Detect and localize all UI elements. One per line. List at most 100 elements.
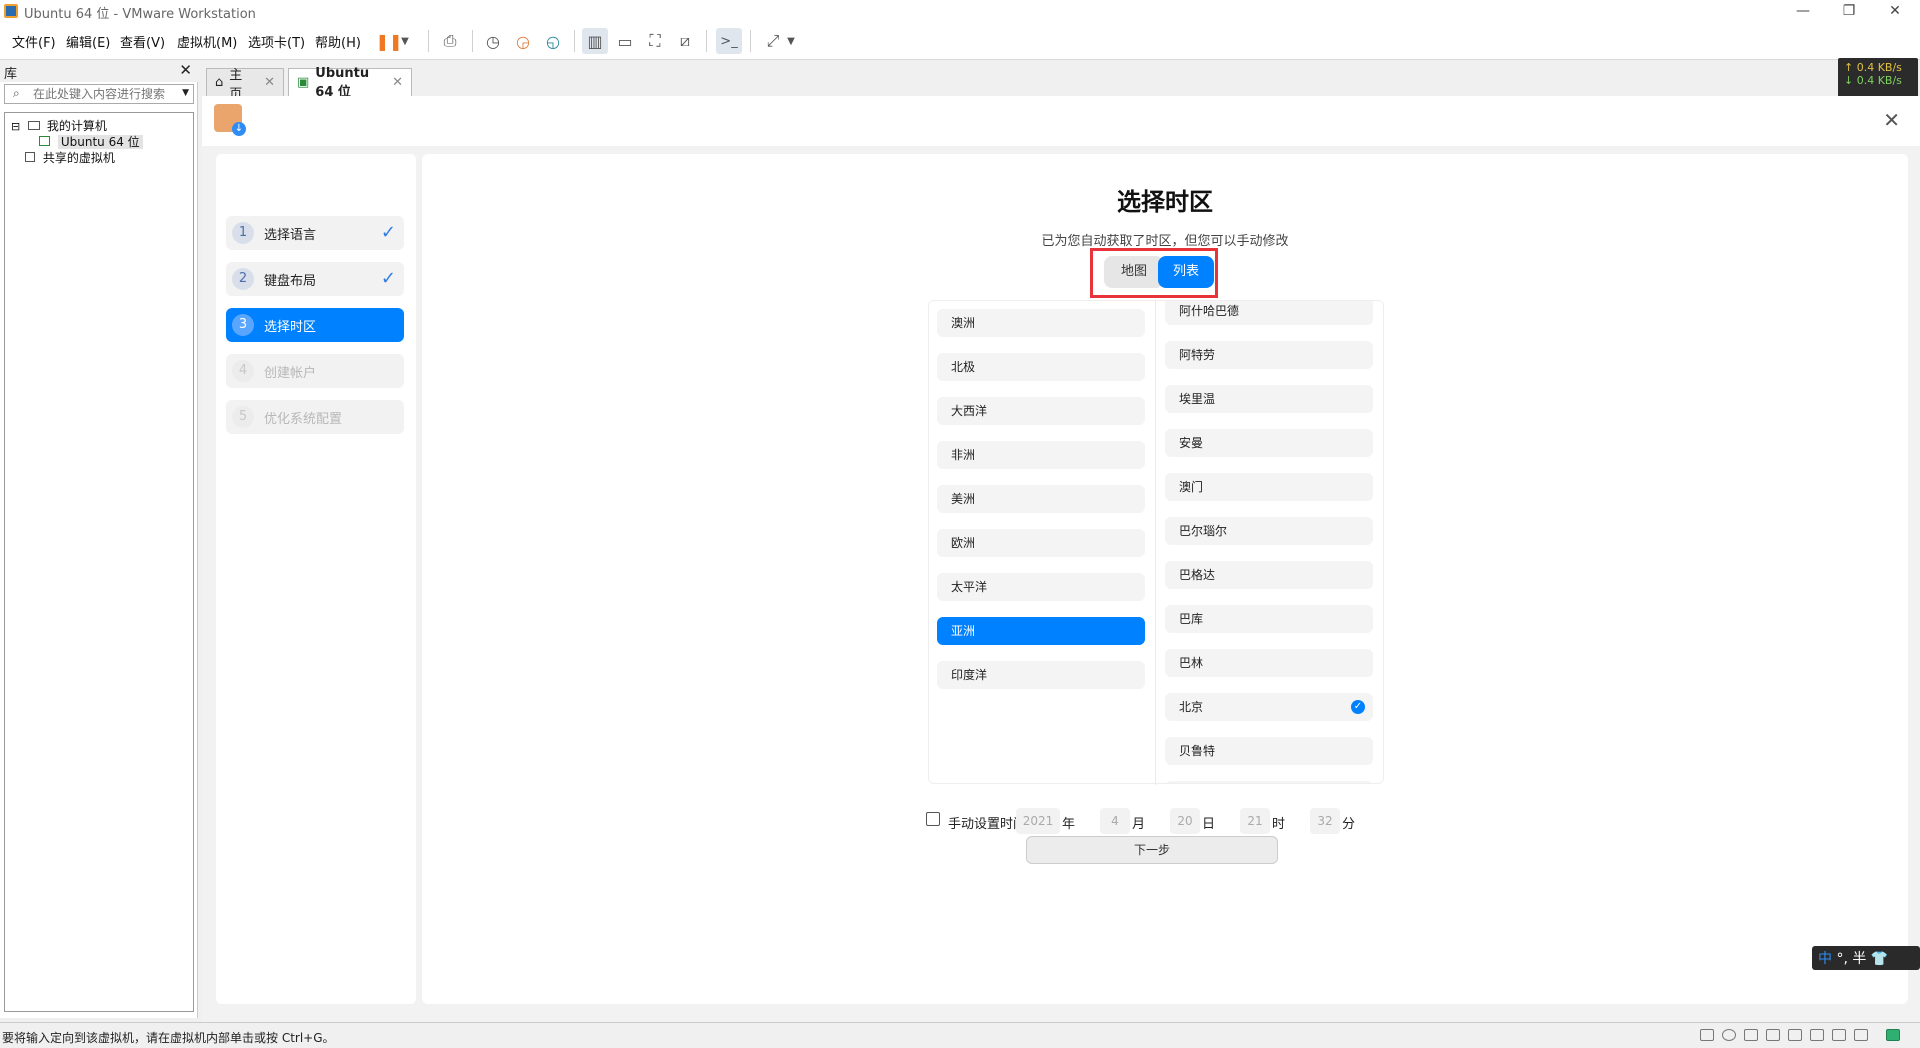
display-icon[interactable]: [1832, 1029, 1846, 1041]
region-item[interactable]: 非洲: [937, 441, 1145, 469]
restore-button[interactable]: ❐: [1826, 0, 1872, 22]
sound-icon[interactable]: [1810, 1029, 1824, 1041]
fullscreen-icon[interactable]: ⛶: [642, 28, 668, 54]
year-field[interactable]: 2021: [1016, 808, 1060, 834]
menu-view[interactable]: 查看(V): [120, 32, 165, 51]
vm-icon: ▣: [297, 75, 310, 90]
close-window-button[interactable]: ✕: [1872, 0, 1918, 22]
snapshot-icon[interactable]: ◷: [480, 28, 506, 54]
city-list[interactable]: 阿什哈巴德阿特劳埃里温安曼澳门巴尔瑙尔巴格达巴库巴林北京✓贝鲁特比什凯克查亚普拉…: [1165, 301, 1377, 783]
city-item[interactable]: 安曼: [1165, 429, 1373, 457]
tree-label: 共享的虚拟机: [42, 151, 115, 165]
check-icon: ✓: [380, 222, 396, 243]
chevron-down-icon[interactable]: ▼: [784, 28, 798, 54]
printer-icon[interactable]: [1788, 1029, 1802, 1041]
city-item[interactable]: 北京 ✓: [1165, 693, 1373, 721]
step-number: 5: [232, 406, 254, 428]
library-close-button[interactable]: ✕: [179, 61, 192, 79]
region-item[interactable]: 亚洲: [937, 617, 1145, 645]
step-label: 选择语言: [264, 227, 317, 243]
library-search[interactable]: ⌕ ▼: [4, 84, 194, 104]
region-item[interactable]: 北极: [937, 353, 1145, 381]
status-bar: 要将输入定向到该虚拟机，请在虚拟机内部单击或按 Ctrl+G。: [0, 1022, 1920, 1048]
status-message: 要将输入定向到该虚拟机，请在虚拟机内部单击或按 Ctrl+G。: [2, 1031, 335, 1045]
city-item[interactable]: 比什凯克: [1165, 781, 1373, 783]
thumbnail-bar-icon[interactable]: ▭: [612, 28, 638, 54]
month-field[interactable]: 4: [1100, 808, 1130, 834]
step-keyboard[interactable]: 2 键盘布局 ✓: [226, 262, 404, 296]
tab-close-icon[interactable]: ✕: [392, 75, 403, 90]
show-library-icon[interactable]: ▥: [582, 28, 608, 54]
menu-help[interactable]: 帮助(H): [315, 32, 361, 51]
tab-ubuntu[interactable]: ▣ Ubuntu 64 位 ✕: [288, 66, 412, 100]
manual-time-checkbox[interactable]: [926, 812, 940, 826]
city-item[interactable]: 巴库: [1165, 605, 1373, 633]
tree-item-my-computer[interactable]: ⊟ 我的计算机: [11, 117, 107, 134]
chevron-down-icon[interactable]: ▼: [398, 28, 412, 54]
ime-toolbar[interactable]: 中 °, 半 👕: [1812, 946, 1920, 970]
tab-home[interactable]: ⌂ 主页 ✕: [206, 68, 284, 102]
vmware-logo-icon: [4, 4, 18, 18]
region-item[interactable]: 美洲: [937, 485, 1145, 513]
tab-close-icon[interactable]: ✕: [264, 75, 275, 90]
message-log-icon[interactable]: [1886, 1029, 1900, 1041]
unity-icon[interactable]: ⧄: [672, 28, 698, 54]
region-item[interactable]: 太平洋: [937, 573, 1145, 601]
city-item[interactable]: 贝鲁特: [1165, 737, 1373, 765]
usb-icon[interactable]: [1766, 1029, 1780, 1041]
tab-bar: ⌂ 主页 ✕ ▣ Ubuntu 64 位 ✕: [202, 62, 1832, 102]
menu-edit[interactable]: 编辑(E): [66, 32, 110, 51]
region-item[interactable]: 印度洋: [937, 661, 1145, 689]
city-item[interactable]: 埃里温: [1165, 385, 1373, 413]
ime-mode[interactable]: 中: [1818, 951, 1832, 967]
computer-icon: [28, 121, 41, 130]
floppy-icon[interactable]: [1854, 1029, 1868, 1041]
menu-vm[interactable]: 虚拟机(M): [177, 32, 237, 51]
tree-item-shared-vms[interactable]: 共享的虚拟机: [25, 149, 115, 166]
chevron-down-icon[interactable]: ▼: [182, 88, 189, 98]
collapse-icon[interactable]: ⊟: [11, 120, 20, 133]
skin-icon[interactable]: 👕: [1871, 951, 1888, 967]
city-item[interactable]: 澳门: [1165, 473, 1373, 501]
manual-time-row: 手动设置时间 2021 年 4 月 20 日 21 时 32 分: [926, 806, 1386, 834]
city-item[interactable]: 阿特劳: [1165, 341, 1373, 369]
stretch-view-icon[interactable]: ⤢: [760, 28, 786, 54]
region-item[interactable]: 欧洲: [937, 529, 1145, 557]
tree-item-ubuntu-vm[interactable]: Ubuntu 64 位: [39, 133, 143, 150]
vm-console[interactable]: ↓ ✕ 1 选择语言 ✓ 2 键盘布局 ✓ 3 选择时区 4 创建帐户 5 优化…: [202, 96, 1920, 1022]
menu-file[interactable]: 文件(F): [12, 32, 56, 51]
step-number: 1: [232, 222, 254, 244]
revert-snapshot-icon[interactable]: ◶: [510, 28, 536, 54]
city-item[interactable]: 阿什哈巴德: [1165, 301, 1373, 325]
installer-close-button[interactable]: ✕: [1883, 108, 1900, 132]
hour-field[interactable]: 21: [1240, 808, 1270, 834]
network-adapter-icon[interactable]: [1744, 1029, 1758, 1041]
city-label: 贝鲁特: [1179, 744, 1216, 758]
region-item[interactable]: 大西洋: [937, 397, 1145, 425]
step-timezone[interactable]: 3 选择时区: [226, 308, 404, 342]
hard-disk-icon[interactable]: [1700, 1029, 1714, 1041]
city-item[interactable]: 巴尔瑙尔: [1165, 517, 1373, 545]
cd-dvd-icon[interactable]: [1722, 1029, 1736, 1041]
region-item[interactable]: 澳洲: [937, 309, 1145, 337]
console-icon[interactable]: >_: [716, 28, 742, 54]
region-list[interactable]: 澳洲北极大西洋非洲美洲欧洲太平洋亚洲印度洋: [937, 309, 1145, 779]
minute-field[interactable]: 32: [1310, 808, 1340, 834]
city-item[interactable]: 巴林: [1165, 649, 1373, 677]
ime-punctuation[interactable]: °,: [1836, 951, 1847, 967]
step-language[interactable]: 1 选择语言 ✓: [226, 216, 404, 250]
minute-unit: 分: [1342, 817, 1356, 832]
city-item[interactable]: 巴格达: [1165, 561, 1373, 589]
toolbar-separator: [472, 30, 473, 52]
day-field[interactable]: 20: [1170, 808, 1200, 834]
snapshot-manager-icon[interactable]: ◵: [540, 28, 566, 54]
ime-width[interactable]: 半: [1852, 951, 1866, 967]
step-label: 选择时区: [264, 319, 317, 335]
hour-unit: 时: [1272, 817, 1286, 832]
city-label: 巴尔瑙尔: [1179, 524, 1228, 538]
send-ctrl-alt-del-icon[interactable]: ⎙: [437, 28, 463, 54]
library-search-input[interactable]: [31, 86, 171, 102]
next-button[interactable]: 下一步: [1026, 836, 1278, 864]
minimize-button[interactable]: —: [1780, 0, 1826, 22]
menu-tabs[interactable]: 选项卡(T): [248, 32, 305, 51]
